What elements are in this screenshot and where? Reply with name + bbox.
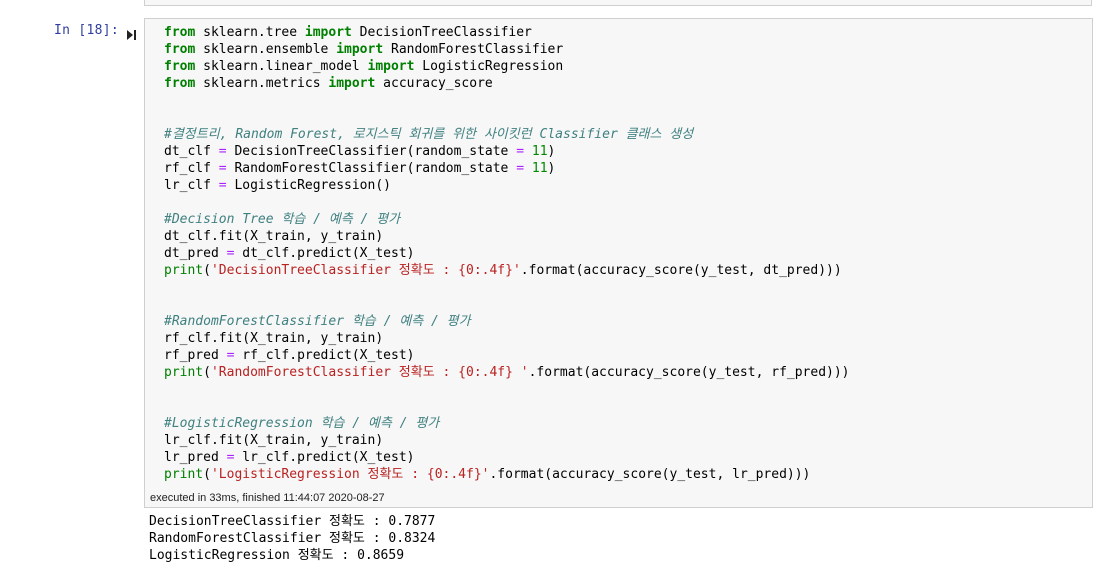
code-token: 11 [531, 161, 548, 176]
code-line: lr_clf.fit(X_train, y_train) [164, 432, 850, 449]
code-token: ( [203, 263, 211, 278]
code-token: rf_clf.predict(X_test) [234, 348, 415, 363]
input-prompt: In [18]: [54, 23, 120, 38]
code-token: .format(accuracy_score(y_test, rf_pred))… [528, 365, 850, 380]
code-token: RandomForestClassifier [383, 42, 564, 57]
code-token: from [164, 25, 196, 40]
code-token: #Decision Tree 학습 / 예측 / 평가 [164, 212, 401, 227]
code-line: #결정트리, Random Forest, 로지스틱 회귀를 위한 사이킷런 C… [164, 126, 850, 143]
code-token: lr_clf.fit(X_train, y_train) [164, 433, 384, 448]
code-token: DecisionTreeClassifier(random_state [226, 144, 517, 159]
code-token: lr_clf.predict(X_test) [234, 450, 415, 465]
code-token: print [164, 365, 204, 380]
execution-info: executed in 33ms, finished 11:44:07 2020… [144, 489, 1093, 508]
cell-output: DecisionTreeClassifier 정확도 : 0.7877 Rando… [149, 513, 435, 564]
code-token: import [304, 25, 352, 40]
code-token: #RandomForestClassifier 학습 / 예측 / 평가 [164, 314, 471, 329]
code-token: rf_clf.fit(X_train, y_train) [164, 331, 384, 346]
code-token: ( [203, 365, 211, 380]
code-token: = [516, 161, 525, 176]
code-token: dt_clf [164, 144, 219, 159]
output-line: LogisticRegression 정확도 : 0.8659 [149, 548, 405, 563]
code-token: 11 [531, 144, 548, 159]
code-token: import [367, 59, 415, 74]
code-line: lr_clf = LogisticRegression() [164, 177, 850, 194]
code-token: sklearn.linear_model [195, 59, 368, 74]
code-token: sklearn.ensemble [195, 42, 337, 57]
code-token: sklearn.tree [195, 25, 305, 40]
code-line: #Decision Tree 학습 / 예측 / 평가 [164, 211, 850, 228]
code-token: #결정트리, Random Forest, 로지스틱 회귀를 위한 사이킷런 C… [164, 127, 694, 142]
code-token: = [516, 144, 525, 159]
code-token: print [164, 263, 204, 278]
code-line: print('LogisticRegression 정확도 : {0:.4f}'… [164, 466, 850, 483]
code-line: lr_pred = lr_clf.predict(X_test) [164, 449, 850, 466]
code-token: dt_clf.fit(X_train, y_train) [164, 229, 384, 244]
code-token: DecisionTreeClassifier [351, 25, 532, 40]
code-token: import [336, 42, 384, 57]
code-token: = [218, 178, 227, 193]
code-token: accuracy_score [375, 76, 493, 91]
code-token: .format(accuracy_score(y_test, dt_pred))… [520, 263, 842, 278]
code-line: from sklearn.ensemble import RandomFores… [164, 41, 850, 58]
code-token: ) [547, 161, 556, 176]
run-cell-icon[interactable] [126, 26, 137, 40]
code-token: rf_pred [164, 348, 227, 363]
code-line: rf_clf = RandomForestClassifier(random_s… [164, 160, 850, 177]
code-token: lr_pred [164, 450, 227, 465]
code-token: sklearn.metrics [195, 76, 329, 91]
code-token: #LogisticRegression 학습 / 예측 / 평가 [164, 416, 440, 431]
code-line: from sklearn.linear_model import Logisti… [164, 58, 850, 75]
code-line: #RandomForestClassifier 학습 / 예측 / 평가 [164, 313, 850, 330]
code-line: from sklearn.tree import DecisionTreeCla… [164, 24, 850, 41]
code-editor[interactable]: from sklearn.tree import DecisionTreeCla… [164, 24, 850, 483]
code-token: .format(accuracy_score(y_test, lr_pred))… [489, 467, 811, 482]
code-line: print('RandomForestClassifier 정확도 : {0:.… [164, 364, 850, 381]
code-token: print [164, 467, 204, 482]
output-line: DecisionTreeClassifier 정확도 : 0.7877 [149, 514, 436, 529]
code-token: from [164, 42, 196, 57]
code-token: 'LogisticRegression 정확도 : {0:.4f}' [210, 467, 490, 482]
code-line: rf_pred = rf_clf.predict(X_test) [164, 347, 850, 364]
code-line: dt_pred = dt_clf.predict(X_test) [164, 245, 850, 262]
code-token: from [164, 59, 196, 74]
code-cell-input[interactable]: from sklearn.tree import DecisionTreeCla… [144, 18, 1093, 490]
code-token: dt_clf.predict(X_test) [234, 246, 415, 261]
code-line: print('DecisionTreeClassifier 정확도 : {0:.… [164, 262, 850, 279]
code-token: rf_clf [164, 161, 219, 176]
code-token: LogisticRegression [414, 59, 564, 74]
previous-cell-bottom [144, 0, 1092, 6]
code-token: dt_pred [164, 246, 227, 261]
output-line: RandomForestClassifier 정확도 : 0.8324 [149, 531, 436, 546]
code-token: 'DecisionTreeClassifier 정확도 : {0:.4f}' [210, 263, 521, 278]
code-token: from [164, 76, 196, 91]
code-token: = [218, 161, 227, 176]
code-token: 'RandomForestClassifier 정확도 : {0:.4f} ' [210, 365, 529, 380]
code-line: rf_clf.fit(X_train, y_train) [164, 330, 850, 347]
code-line: from sklearn.metrics import accuracy_sco… [164, 75, 850, 92]
code-token: RandomForestClassifier(random_state [226, 161, 517, 176]
code-line: dt_clf = DecisionTreeClassifier(random_s… [164, 143, 850, 160]
code-token: LogisticRegression() [226, 178, 391, 193]
code-line: #LogisticRegression 학습 / 예측 / 평가 [164, 415, 850, 432]
code-token: lr_clf [164, 178, 219, 193]
code-token: import [328, 76, 376, 91]
code-line: dt_clf.fit(X_train, y_train) [164, 228, 850, 245]
code-token: ) [547, 144, 556, 159]
code-token: = [218, 144, 227, 159]
code-token: ( [203, 467, 211, 482]
